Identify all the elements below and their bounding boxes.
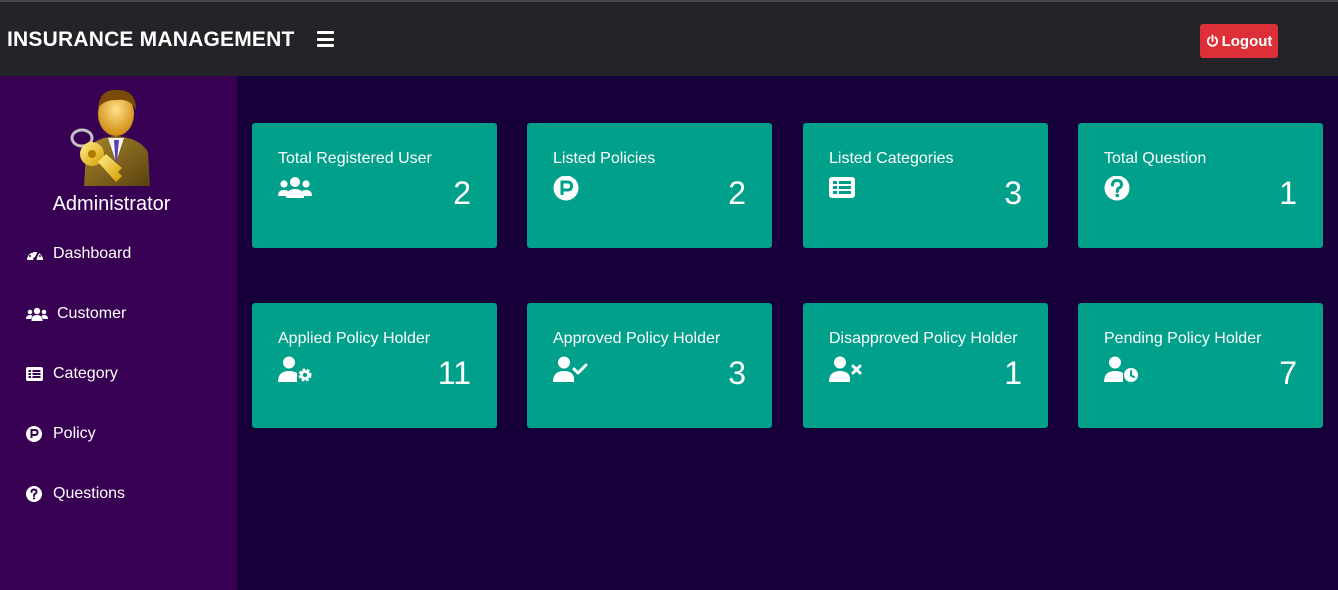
user-times-icon — [829, 356, 862, 382]
card-title: Approved Policy Holder — [553, 330, 721, 347]
card-applied-policy-holder[interactable]: Applied Policy Holder 11 — [252, 303, 497, 428]
policy-p-icon — [553, 176, 579, 201]
sidebar-item-questions[interactable]: Questions — [26, 482, 125, 506]
policy-p-icon — [26, 426, 44, 442]
card-title: Applied Policy Holder — [278, 330, 431, 347]
card-listed-policies[interactable]: Listed Policies 2 — [527, 123, 772, 248]
card-value: 3 — [1004, 175, 1022, 211]
card-title: Total Question — [1104, 150, 1207, 167]
card-title: Total Registered User — [278, 150, 432, 167]
sidebar-item-label: Customer — [57, 305, 127, 322]
card-value: 1 — [1004, 355, 1022, 391]
admin-key-avatar-icon — [70, 89, 150, 186]
question-circle-icon — [26, 486, 44, 502]
card-disapproved-policy-holder[interactable]: Disapproved Policy Holder 1 — [803, 303, 1048, 428]
dashboard-gauge-icon — [26, 246, 44, 262]
list-icon — [829, 177, 855, 198]
list-icon — [26, 366, 44, 382]
sidebar-item-category[interactable]: Category — [26, 362, 118, 386]
admin-name: Administrator — [52, 193, 171, 215]
card-title: Pending Policy Holder — [1104, 330, 1262, 347]
sidebar: Administrator Dashboard Customer Categor… — [0, 76, 237, 590]
sidebar-item-label: Category — [53, 365, 118, 382]
sidebar-item-policy[interactable]: Policy — [26, 422, 96, 446]
card-total-question[interactable]: Total Question 1 — [1078, 123, 1323, 248]
app-title: INSURANCE MANAGEMENT — [7, 28, 295, 51]
top-navbar: INSURANCE MANAGEMENT Logout — [0, 0, 1338, 76]
sidebar-item-label: Dashboard — [53, 245, 132, 262]
card-value: 7 — [1279, 355, 1297, 391]
sidebar-item-label: Policy — [53, 425, 96, 442]
card-value: 2 — [453, 175, 471, 211]
sidebar-item-dashboard[interactable]: Dashboard — [26, 242, 131, 266]
logout-label: Logout — [1221, 32, 1273, 50]
sidebar-item-label: Questions — [53, 485, 126, 502]
card-pending-policy-holder[interactable]: Pending Policy Holder 7 — [1078, 303, 1323, 428]
card-value: 11 — [437, 355, 471, 391]
user-check-icon — [553, 356, 588, 382]
sidebar-item-customer[interactable]: Customer — [26, 302, 126, 326]
card-value: 1 — [1279, 175, 1297, 211]
power-icon — [1206, 34, 1218, 47]
card-listed-categories[interactable]: Listed Categories 3 — [803, 123, 1048, 248]
card-approved-policy-holder[interactable]: Approved Policy Holder 3 — [527, 303, 772, 428]
card-total-registered-user[interactable]: Total Registered User 2 — [252, 123, 497, 248]
user-clock-icon — [1104, 356, 1138, 382]
hamburger-icon[interactable] — [317, 31, 334, 47]
card-title: Listed Policies — [553, 150, 656, 167]
card-title: Listed Categories — [829, 150, 954, 167]
card-value: 2 — [728, 175, 746, 211]
logout-button[interactable]: Logout — [1200, 24, 1278, 58]
users-icon — [278, 177, 312, 198]
users-icon — [26, 306, 48, 322]
card-value: 3 — [728, 355, 746, 391]
question-circle-icon — [1104, 176, 1130, 201]
user-cog-icon — [278, 356, 312, 382]
card-title: Disapproved Policy Holder — [829, 330, 1018, 347]
